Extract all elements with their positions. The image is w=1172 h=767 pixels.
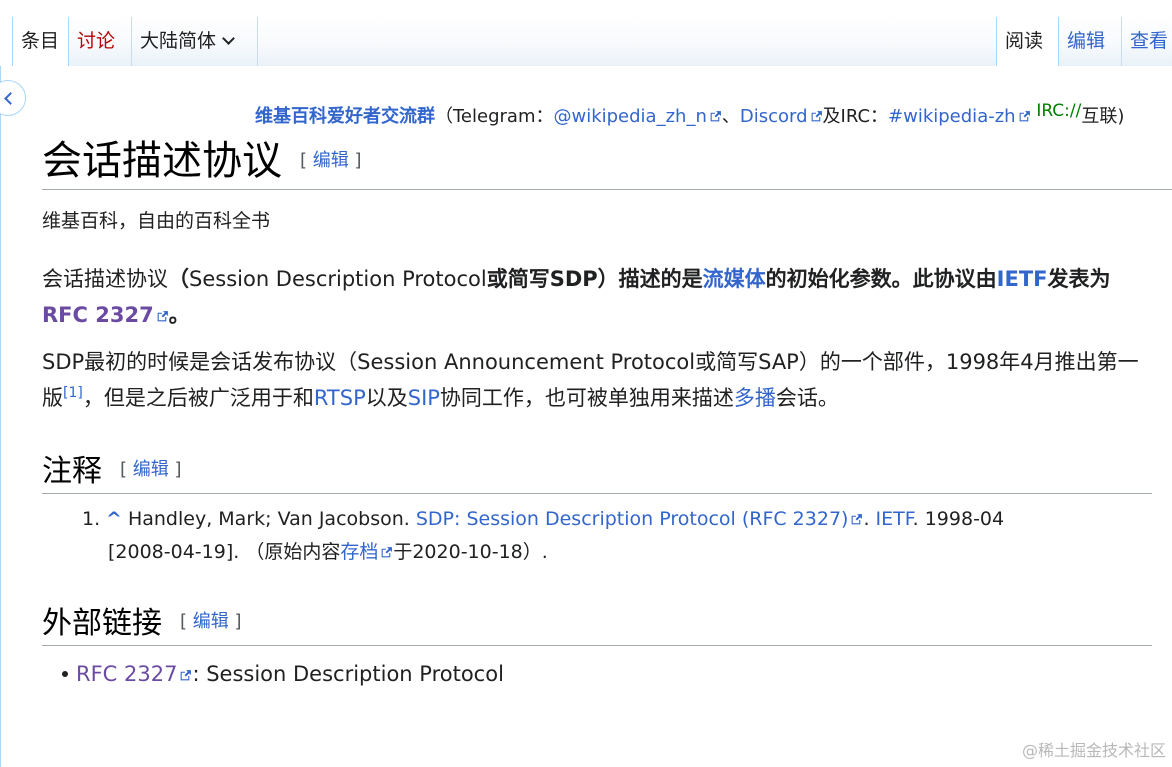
ietf-link[interactable]: IETF [997,267,1048,291]
bracket: ] [174,459,182,480]
discord-link[interactable]: Discord [740,106,808,127]
site-tagline: 维基百科，自由的百科全书 [42,210,271,232]
external-link-icon [710,111,721,122]
reference-item: 1. ^ Handley, Mark; Van Jacobson. SDP: Se… [82,503,1062,569]
community-group-link[interactable]: 维基百科爱好者交流群 [255,106,435,127]
lead-paragraph: 会话描述协议（Session Description Protocol或简写SD… [42,261,1152,333]
para-text: 。 [168,303,190,327]
external-link-icon [381,547,393,558]
para-text: （ [168,267,189,291]
heading-text: 注释 [42,454,102,489]
streaming-media-link[interactable]: 流媒体 [703,267,766,291]
reference-line: [2008-04-19]. （原始内容存档 于2020-10-18）. [82,536,1062,569]
notice-text: 互联) [1081,106,1125,127]
edit-external-links-link[interactable]: 编辑 [193,611,229,632]
para-text: 或简写SDP）描述的是 [486,267,703,291]
para-text: 协同工作，也可被单独用来描述 [439,386,734,410]
external-link-icon [181,670,192,681]
notes-heading: 注释 [ 编辑 ] [42,452,1152,494]
link-text: 流媒体 [702,267,766,291]
irc-channel-link[interactable]: #wikipedia-zh [888,106,1016,127]
para-text: 发表为 [1047,267,1111,291]
bracket: [ [180,611,188,632]
tabs-spacer [258,17,996,66]
site-notice: 维基百科爱好者交流群（Telegram：@wikipedia_zh_n 、Disc… [255,101,1172,131]
back-to-citation-link[interactable]: ^ [106,508,122,530]
bullet-icon [62,671,68,677]
bracket: [ [300,150,308,171]
para-text: 的初始化参数。此协议由 [765,267,997,291]
irc-scheme-label: IRC:// [1036,101,1082,121]
external-link-icon [157,311,168,322]
page-tabs: 条目 讨论 大陆简体 阅读 编辑 查看 [0,0,1172,66]
reference-text: Handley, Mark; Van Jacobson. [121,508,416,530]
reference-text: . [863,508,876,530]
para-text: ，但是之后被广泛用于和 [82,386,314,410]
reference-text: [2008-04-19]. （原始内容 [108,541,341,563]
external-links-heading: 外部链接 [ 编辑 ] [42,604,1152,646]
para-text: 会话。 [775,386,839,410]
bracket: [ [120,459,128,480]
notice-text: 及IRC： [822,106,889,127]
external-link-icon [852,514,863,525]
tab-article[interactable]: 条目 [12,17,69,66]
chevron-left-icon [4,92,17,105]
sip-link[interactable]: SIP [408,386,440,410]
history-paragraph: SDP最初的时候是会话发布协议（Session Announcement Pro… [42,344,1152,416]
notice-text: 、 [721,106,740,127]
reference-1-link[interactable]: [1] [63,385,83,401]
sidebar-edge [0,66,1,767]
para-text: 以及 [365,386,408,410]
edit-section: [ 编辑 ] [300,150,362,171]
external-link-icon [811,111,822,122]
heading-text: 外部链接 [42,606,162,641]
external-link-icon [1019,111,1030,122]
rtsp-link[interactable]: RTSP [314,386,366,410]
variant-dropdown[interactable]: 大陆简体 [132,17,258,66]
watermark: @稀土掘金技术社区 [1021,741,1166,760]
bracket: ] [354,150,362,171]
link-text: RFC 2327 [42,303,154,327]
sdp-rfc-cite-link[interactable]: SDP: Session Description Protocol (RFC 2… [416,508,849,530]
rfc-2327-external-link[interactable]: RFC 2327 [76,662,177,686]
link-text: IETF [996,267,1048,291]
link-description: : Session Description Protocol [192,662,504,686]
notice-text: （Telegram： [435,106,554,127]
edit-section: [ 编辑 ] [120,459,182,480]
edit-page-link[interactable]: 编辑 [313,150,349,171]
para-text: 会话描述协议 [42,267,168,291]
ietf-cite-link[interactable]: IETF [876,508,913,530]
para-text: Session Description Protocol [189,267,487,291]
variant-label: 大陆简体 [140,30,217,52]
telegram-link[interactable]: @wikipedia_zh_n [553,106,706,127]
external-link-item: RFC 2327 : Session Description Protocol [62,656,504,692]
chevron-down-icon [222,32,235,45]
page-title-text: 会话描述协议 [42,138,282,184]
edit-section: [ 编辑 ] [180,611,242,632]
reference-number: 1. [82,508,101,530]
reference-text: 于2020-10-18）. [393,541,548,563]
tab-edit[interactable]: 编辑 [1059,17,1122,66]
reference-line: 1. ^ Handley, Mark; Van Jacobson. SDP: Se… [82,503,1062,536]
sidebar-toggle-button[interactable] [0,80,26,116]
tab-view-history[interactable]: 查看 [1122,17,1172,66]
bracket: ] [234,611,242,632]
rfc-2327-link[interactable]: RFC 2327 [42,303,154,327]
multicast-link[interactable]: 多播 [734,386,776,410]
edit-notes-link[interactable]: 编辑 [133,459,169,480]
archive-link[interactable]: 存档 [340,541,378,563]
reference-text: . 1998-04 [912,508,1005,530]
tab-read[interactable]: 阅读 [996,17,1059,66]
tab-talk[interactable]: 讨论 [69,17,132,66]
page-title: 会话描述协议 [ 编辑 ] [42,136,1172,190]
